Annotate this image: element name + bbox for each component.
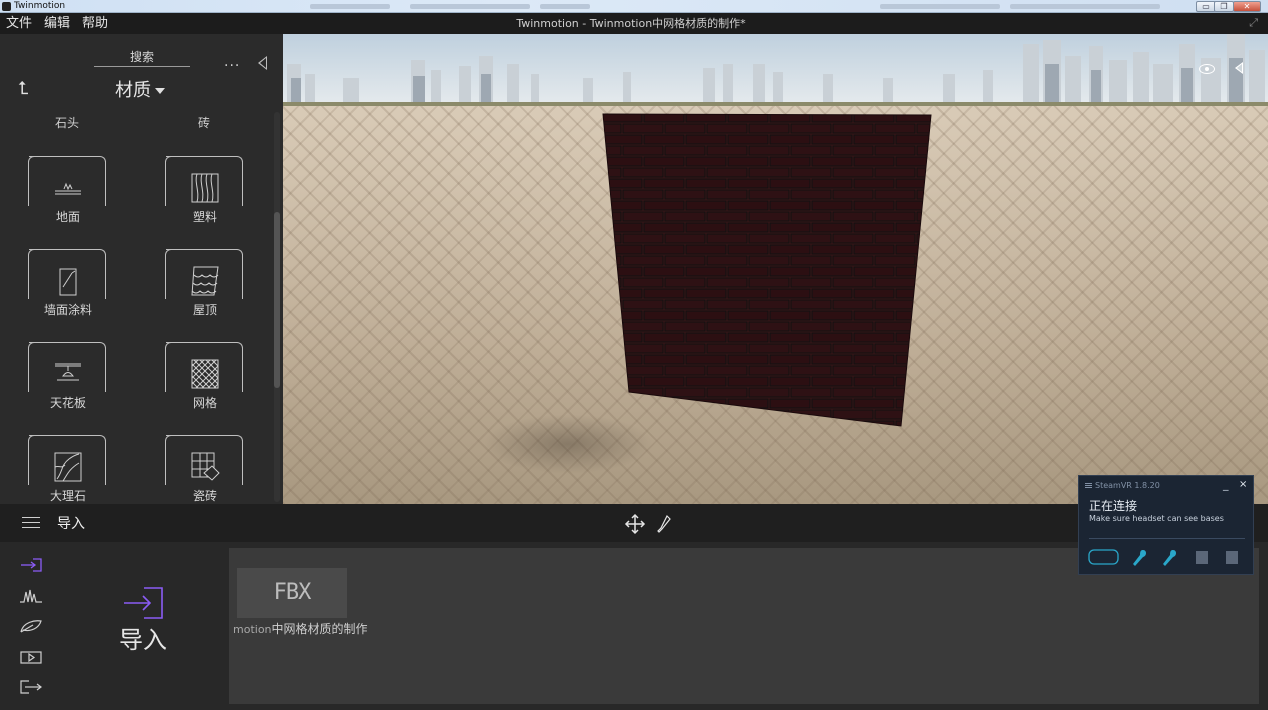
back-icon[interactable]: ⮤ <box>18 78 29 99</box>
steamvr-message: Make sure headset can see bases <box>1089 514 1224 523</box>
file-name-prefix: motion <box>233 623 272 636</box>
material-ceiling[interactable]: 天花板 <box>18 342 118 428</box>
search-underline <box>94 66 190 67</box>
section-title: 导入 <box>57 516 85 532</box>
menu-edit[interactable]: 编辑 <box>44 13 70 34</box>
material-wall-paint[interactable]: 墙面涂料 <box>18 249 118 335</box>
category-dropdown[interactable]: 材质 <box>80 76 200 102</box>
material-label: 地面 <box>55 210 80 224</box>
collapse-panel-icon[interactable] <box>258 56 267 70</box>
side-panel-toggle-icon[interactable] <box>1235 62 1243 74</box>
3d-viewport[interactable] <box>283 34 1268 504</box>
background-taskbar-item <box>540 4 590 9</box>
fullscreen-icon[interactable]: ⤢ <box>1249 16 1258 30</box>
subcategory-brick[interactable]: 砖 <box>154 114 254 131</box>
fbx-file-tile[interactable]: FBX <box>237 568 347 618</box>
file-name: motion中网格材质的制作 <box>233 620 368 637</box>
steamvr-close-button[interactable]: × <box>1239 479 1247 490</box>
menu-file[interactable]: 文件 <box>6 13 32 34</box>
app-icon <box>2 2 11 11</box>
menu-help[interactable]: 帮助 <box>82 13 108 34</box>
import-heading: 导入 <box>119 626 167 654</box>
steamvr-title-text: SteamVR 1.8.20 <box>1095 481 1160 490</box>
export-icon[interactable] <box>19 679 43 695</box>
steamvr-title: SteamVR 1.8.20 <box>1085 481 1160 490</box>
material-grid[interactable]: 网格 <box>155 342 255 428</box>
tile-icon <box>191 452 220 481</box>
grid-icon <box>191 359 219 389</box>
controller-icon <box>1163 550 1176 566</box>
base-station-icon <box>1196 551 1208 564</box>
city-skyline <box>283 34 1268 108</box>
leaf-icon[interactable] <box>19 618 43 634</box>
background-taskbar-item <box>880 4 1000 9</box>
material-plastic[interactable]: 塑料 <box>155 156 255 242</box>
background-taskbar-item <box>410 4 530 9</box>
media-icon[interactable] <box>19 649 43 665</box>
steamvr-status: 正在连接 <box>1089 499 1138 513</box>
window-title: Twinmotion <box>14 1 66 11</box>
ground-icon <box>55 182 81 195</box>
chevron-down-icon <box>155 88 165 94</box>
more-options-button[interactable]: ... <box>224 54 240 70</box>
headset-icon <box>1088 549 1119 565</box>
close-button[interactable]: ✕ <box>1233 1 1261 12</box>
menu-icon <box>1085 485 1092 486</box>
material-tile[interactable]: 瓷砖 <box>155 435 255 504</box>
material-label: 大理石 <box>49 489 86 503</box>
import-large-icon <box>124 587 163 619</box>
eyedropper-icon[interactable] <box>656 514 672 534</box>
material-label: 屋顶 <box>192 303 217 317</box>
material-ground[interactable]: 地面 <box>18 156 118 242</box>
steamvr-status-window[interactable]: SteamVR 1.8.20 _ × 正在连接 Make sure headse… <box>1078 475 1254 575</box>
material-roof[interactable]: 屋顶 <box>155 249 255 335</box>
material-label: 瓷砖 <box>192 489 217 503</box>
brick-wall[interactable] <box>601 112 933 430</box>
minimize-button[interactable]: ▭ <box>1196 1 1216 12</box>
library-scrollbar[interactable] <box>274 112 280 502</box>
file-name-main: 中网格材质的制作 <box>271 622 368 636</box>
background-taskbar-item <box>1010 4 1160 9</box>
document-title: Twinmotion - Twinmotion中网格材质的制作* <box>516 17 746 30</box>
move-tool-icon[interactable] <box>624 513 646 535</box>
menu-bar: Twinmotion - Twinmotion中网格材质的制作* 文件 编辑 帮… <box>0 13 1268 34</box>
roof-icon <box>191 266 219 296</box>
file-type-label: FBX <box>273 580 312 605</box>
marble-icon <box>54 452 82 482</box>
base-station-icon <box>1226 551 1238 564</box>
material-label: 塑料 <box>192 210 217 224</box>
material-label: 网格 <box>192 396 217 410</box>
divider <box>1089 538 1245 539</box>
os-title-bar: Twinmotion ▭ ❐ ✕ <box>0 0 1268 13</box>
view-eye-icon[interactable] <box>1199 64 1215 74</box>
search-input[interactable]: 搜索 <box>94 48 190 65</box>
steamvr-minimize-button[interactable]: _ <box>1223 478 1229 491</box>
controller-icon <box>1133 550 1146 566</box>
scrollbar-thumb[interactable] <box>274 212 280 388</box>
category-label: 材质 <box>115 80 151 101</box>
library-panel: 搜索 ... ⮤ 材质 石头 砖 地面 塑料 墙面涂料 屋顶 天花板 网格 大理… <box>0 34 283 504</box>
material-label: 天花板 <box>49 396 86 410</box>
subcategory-stone[interactable]: 石头 <box>17 114 117 131</box>
import-icon[interactable] <box>19 557 43 573</box>
maximize-button[interactable]: ❐ <box>1214 1 1234 12</box>
material-label: 墙面涂料 <box>43 303 92 317</box>
background-taskbar-item <box>310 4 390 9</box>
hamburger-menu-icon[interactable] <box>22 517 40 529</box>
material-marble[interactable]: 大理石 <box>18 435 118 504</box>
ceiling-icon <box>55 363 81 381</box>
wall-paint-icon <box>59 268 77 296</box>
waveform-icon[interactable] <box>19 588 43 604</box>
plastic-icon <box>191 173 219 203</box>
